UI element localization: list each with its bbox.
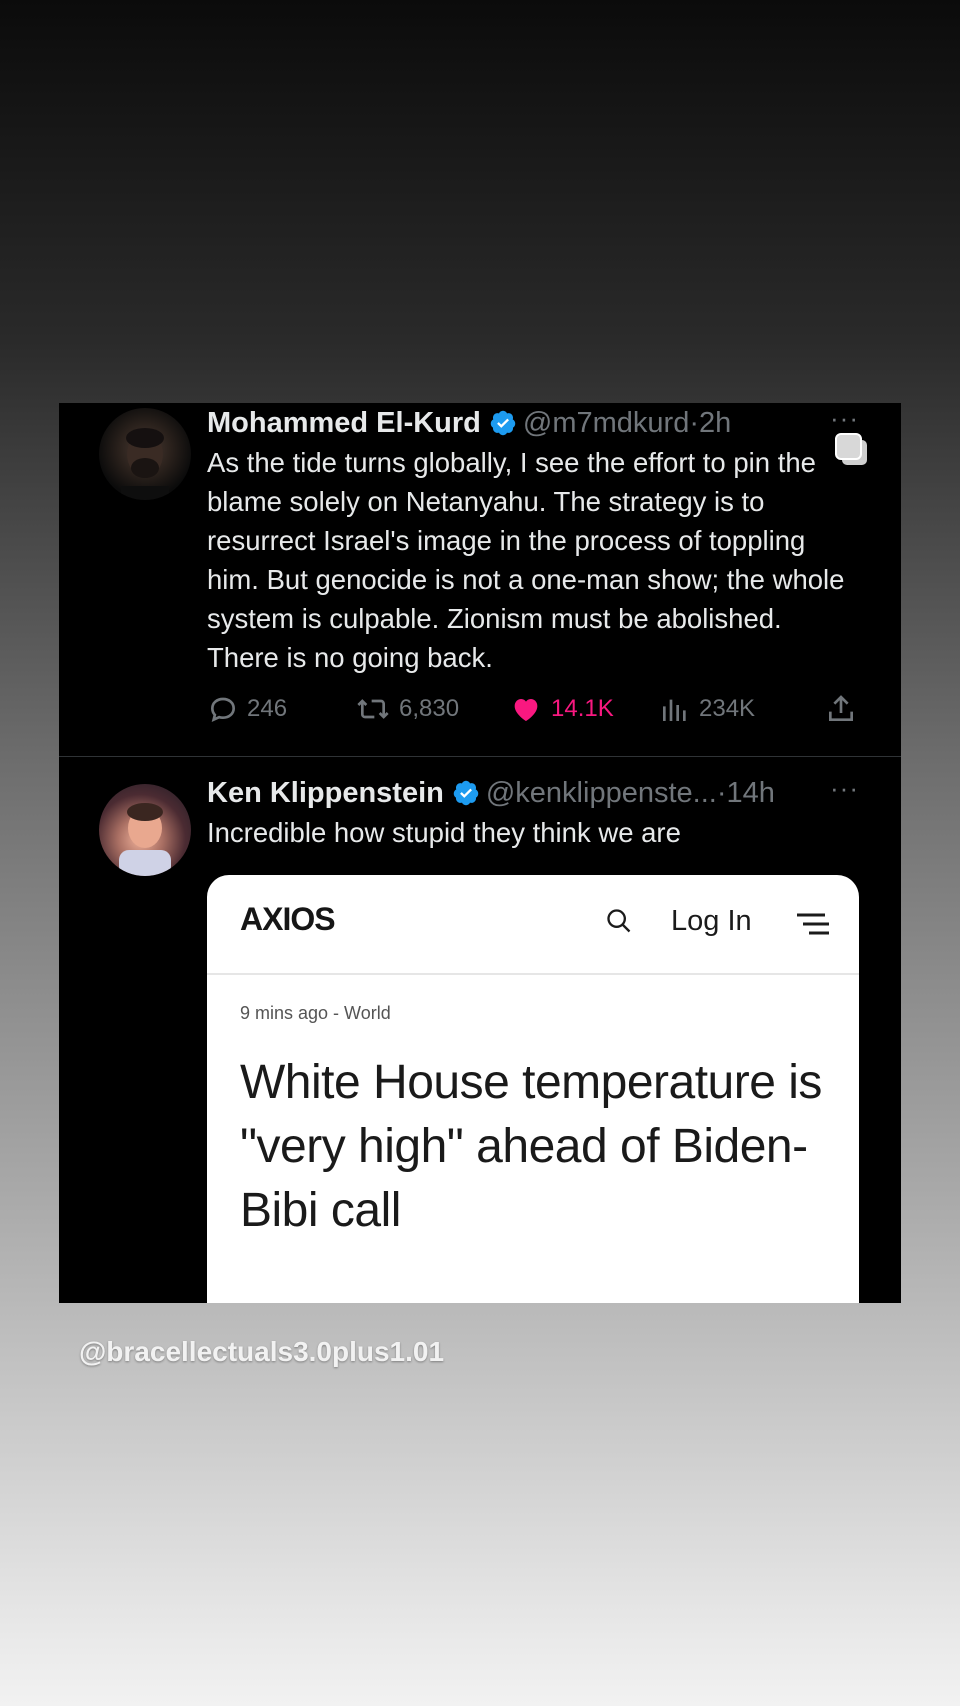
analytics-icon xyxy=(663,699,686,721)
article-headline: White House temperature is "very high" a… xyxy=(240,1056,822,1237)
tweet-header: Mohammed El-Kurd @m7mdkurd · 2h xyxy=(207,405,731,441)
avatar-face-icon xyxy=(119,803,171,876)
views-button[interactable]: 234K xyxy=(659,693,755,725)
tweet-header: Ken Klippenstein @kenklippenste... · 14h xyxy=(207,775,775,811)
verified-badge-icon xyxy=(453,780,479,806)
embedded-image-axios[interactable]: AXIOS Log In 9 mins ago - World White Ho… xyxy=(207,875,859,1303)
watermark-text: @bracellectuals3.0plus1.01 xyxy=(79,1336,445,1367)
tweet-mohammed-el-kurd[interactable]: Mohammed El-Kurd @m7mdkurd · 2h ··· As t… xyxy=(59,403,901,757)
search-icon xyxy=(607,909,631,933)
axios-header: AXIOS Log In xyxy=(207,875,859,975)
view-count: 234K xyxy=(699,695,756,722)
tweet-text: As the tide turns globally, I see the ef… xyxy=(207,447,845,673)
separator: · xyxy=(689,407,700,439)
article-meta: 9 mins ago - World xyxy=(240,1003,391,1023)
tweet-actions: 246 6,830 14.1K 234K xyxy=(207,693,867,733)
heart-icon xyxy=(514,699,538,721)
tweet-text: Incredible how stupid they think we are xyxy=(207,817,681,848)
author-handle[interactable]: @m7mdkurd xyxy=(523,405,689,441)
axios-logo: AXIOS xyxy=(240,901,336,937)
avatar[interactable] xyxy=(99,784,191,876)
reply-icon xyxy=(210,697,236,723)
reply-button[interactable]: 246 xyxy=(207,693,287,725)
verified-badge-icon xyxy=(490,410,516,436)
like-button[interactable]: 14.1K xyxy=(509,693,614,725)
author-name[interactable]: Mohammed El-Kurd xyxy=(207,405,481,441)
tweet-ken-klippenstein[interactable]: Ken Klippenstein @kenklippenste... · 14h… xyxy=(59,757,901,1303)
share-icon xyxy=(829,695,853,721)
login-link: Log In xyxy=(671,905,752,937)
more-options-icon[interactable]: ··· xyxy=(830,773,859,804)
like-count: 14.1K xyxy=(551,695,614,722)
menu-icon xyxy=(797,913,829,935)
author-handle[interactable]: @kenklippenste... xyxy=(486,775,717,811)
reply-count: 246 xyxy=(247,695,288,722)
avatar-face-icon xyxy=(121,428,169,500)
timestamp[interactable]: 2h xyxy=(699,405,731,441)
separator: · xyxy=(716,777,727,809)
screenshot-card: Mohammed El-Kurd @m7mdkurd · 2h ··· As t… xyxy=(59,403,901,1303)
repost-icon xyxy=(357,699,389,719)
avatar[interactable] xyxy=(99,408,191,500)
share-button[interactable] xyxy=(825,693,865,725)
repost-button[interactable]: 6,830 xyxy=(355,693,459,725)
timestamp[interactable]: 14h xyxy=(726,775,774,811)
repost-count: 6,830 xyxy=(399,695,460,722)
author-name[interactable]: Ken Klippenstein xyxy=(207,775,444,811)
